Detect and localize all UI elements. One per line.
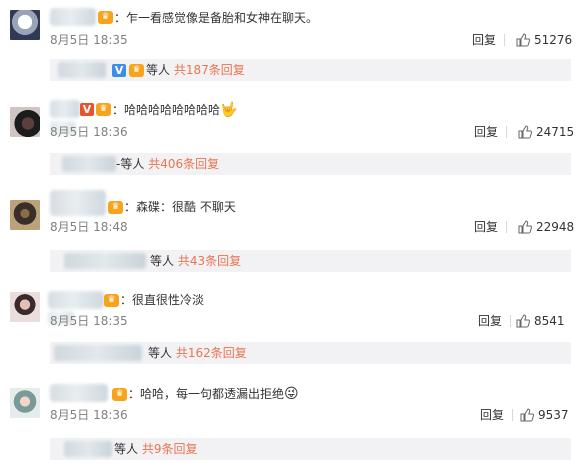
thumbs-up-icon (518, 220, 533, 234)
divider (504, 34, 505, 46)
like-button[interactable]: 51276 (516, 32, 572, 48)
like-button[interactable]: 9537 (520, 407, 569, 423)
avatar[interactable] (10, 107, 40, 137)
vip-crown-icon: ♛ (96, 103, 111, 116)
avatar[interactable] (10, 388, 40, 418)
vip-crown-icon: ♛ (129, 64, 144, 77)
thumbs-up-icon (520, 408, 535, 422)
comment-date: 8月5日 18:48 (50, 220, 128, 234)
avatar[interactable] (10, 200, 40, 230)
comment-date: 8月5日 18:35 (50, 33, 128, 47)
sub-reply-summary: 等人 共162条回复 (148, 345, 247, 361)
comment-date: 8月5日 18:36 (50, 125, 128, 139)
reply-usernames-blurred (64, 441, 112, 457)
comment-text: ：森碟：很酷 不聊天 (124, 200, 236, 214)
sub-replies[interactable]: -等人 共406条回复 (50, 153, 571, 175)
vip-crown-icon: ♛ (98, 11, 113, 24)
sub-reply-who: 等人 (120, 157, 145, 171)
thumbs-up-icon (516, 33, 531, 47)
vip-crown-icon: ♛ (112, 388, 127, 401)
reply-button[interactable]: 回复 (474, 124, 498, 140)
reply-usernames-blurred (64, 253, 146, 269)
rock-hand-emoji-icon: 🤟 (220, 102, 238, 118)
divider (506, 126, 507, 138)
reply-usernames-blurred (62, 156, 116, 172)
comment-item: ♛ ：很直很性冷淡 8月5日 18:35 回复 8541 等人 共162条回复 (0, 283, 581, 371)
sub-reply-summary: 等人 共9条回复 (114, 441, 197, 457)
avatar[interactable] (10, 292, 40, 322)
sub-replies[interactable]: 等人 共162条回复 (50, 342, 571, 364)
reply-usernames-blurred (54, 345, 142, 361)
reply-button[interactable]: 回复 (472, 32, 496, 48)
like-count: 24715 (536, 125, 575, 139)
vip-crown-icon: ♛ (104, 294, 119, 307)
username-blurred[interactable] (50, 384, 108, 402)
reply-button[interactable]: 回复 (480, 407, 504, 423)
username-blurred[interactable] (48, 291, 104, 309)
reply-button[interactable]: 回复 (478, 313, 502, 329)
comment-item: ♛ ：哈哈，每一句都透漏出拒绝😜 8月5日 18:36 回复 9537 等人 共… (0, 378, 581, 470)
sub-reply-summary: 等人 共43条回复 (150, 253, 241, 269)
sub-reply-count-link[interactable]: 共43条回复 (178, 254, 241, 268)
like-count: 8541 (534, 314, 565, 328)
comment-text: ：乍一看感觉像是备胎和女神在聊天。 (114, 11, 319, 25)
reply-usernames-blurred (58, 62, 106, 78)
divider (506, 221, 507, 233)
like-button[interactable]: 24715 (518, 124, 574, 140)
sub-reply-who: 等人 (146, 63, 171, 77)
comment-date: 8月5日 18:36 (50, 408, 128, 422)
thumbs-up-icon (518, 125, 533, 139)
like-count: 9537 (538, 408, 569, 422)
sub-reply-count-link[interactable]: 共9条回复 (142, 442, 198, 456)
comment-text: ：哈哈，每一句都透漏出拒绝😜 (128, 386, 299, 402)
sub-replies[interactable]: 等人 共43条回复 (50, 250, 571, 272)
username-blurred[interactable] (50, 100, 80, 118)
reply-button[interactable]: 回复 (474, 219, 498, 235)
comment-list: ♛ ：乍一看感觉像是备胎和女神在聊天。 8月5日 18:35 回复 51276 … (0, 0, 581, 470)
sub-reply-summary: -等人 共406条回复 (116, 156, 219, 172)
sub-reply-summary: 等人 共187条回复 (146, 62, 245, 78)
sub-replies[interactable]: 等人 共9条回复 (50, 438, 571, 460)
username-blurred[interactable] (50, 8, 96, 26)
sub-reply-who: 等人 (150, 254, 175, 268)
sub-reply-who: 等人 (114, 442, 139, 456)
vip-crown-icon: ♛ (108, 201, 123, 214)
sub-replies[interactable]: V ♛ 等人 共187条回复 (50, 59, 571, 81)
sub-reply-count-link[interactable]: 共406条回复 (148, 157, 219, 171)
comment-text: ：哈哈哈哈哈哈哈哈🤟 (112, 102, 238, 118)
sub-reply-count-link[interactable]: 共187条回复 (174, 63, 245, 77)
winking-tongue-emoji-icon: 😜 (284, 386, 299, 402)
like-button[interactable]: 22948 (518, 219, 574, 235)
avatar[interactable] (10, 10, 40, 40)
divider (510, 315, 511, 327)
like-count: 22948 (536, 220, 575, 234)
like-button[interactable]: 8541 (516, 313, 565, 329)
divider (512, 409, 513, 421)
thumbs-up-icon (516, 314, 531, 328)
comment-text: ：很直很性冷淡 (120, 293, 205, 307)
comment-item: V ♛ ：哈哈哈哈哈哈哈哈🤟 8月5日 18:36 回复 24715 -等人 共… (0, 95, 581, 185)
comment-item: ♛ ：乍一看感觉像是备胎和女神在聊天。 8月5日 18:35 回复 51276 … (0, 0, 581, 88)
verified-v-icon: V (80, 103, 94, 116)
username-blurred[interactable] (50, 190, 106, 216)
sub-reply-count-link[interactable]: 共162条回复 (176, 346, 247, 360)
verified-v-icon: V (112, 64, 126, 77)
comment-item: ♛ ：森碟：很酷 不聊天 8月5日 18:48 回复 22948 等人 共43条… (0, 188, 581, 278)
like-count: 51276 (534, 33, 573, 47)
sub-reply-who: 等人 (148, 346, 173, 360)
comment-date: 8月5日 18:35 (50, 314, 128, 328)
